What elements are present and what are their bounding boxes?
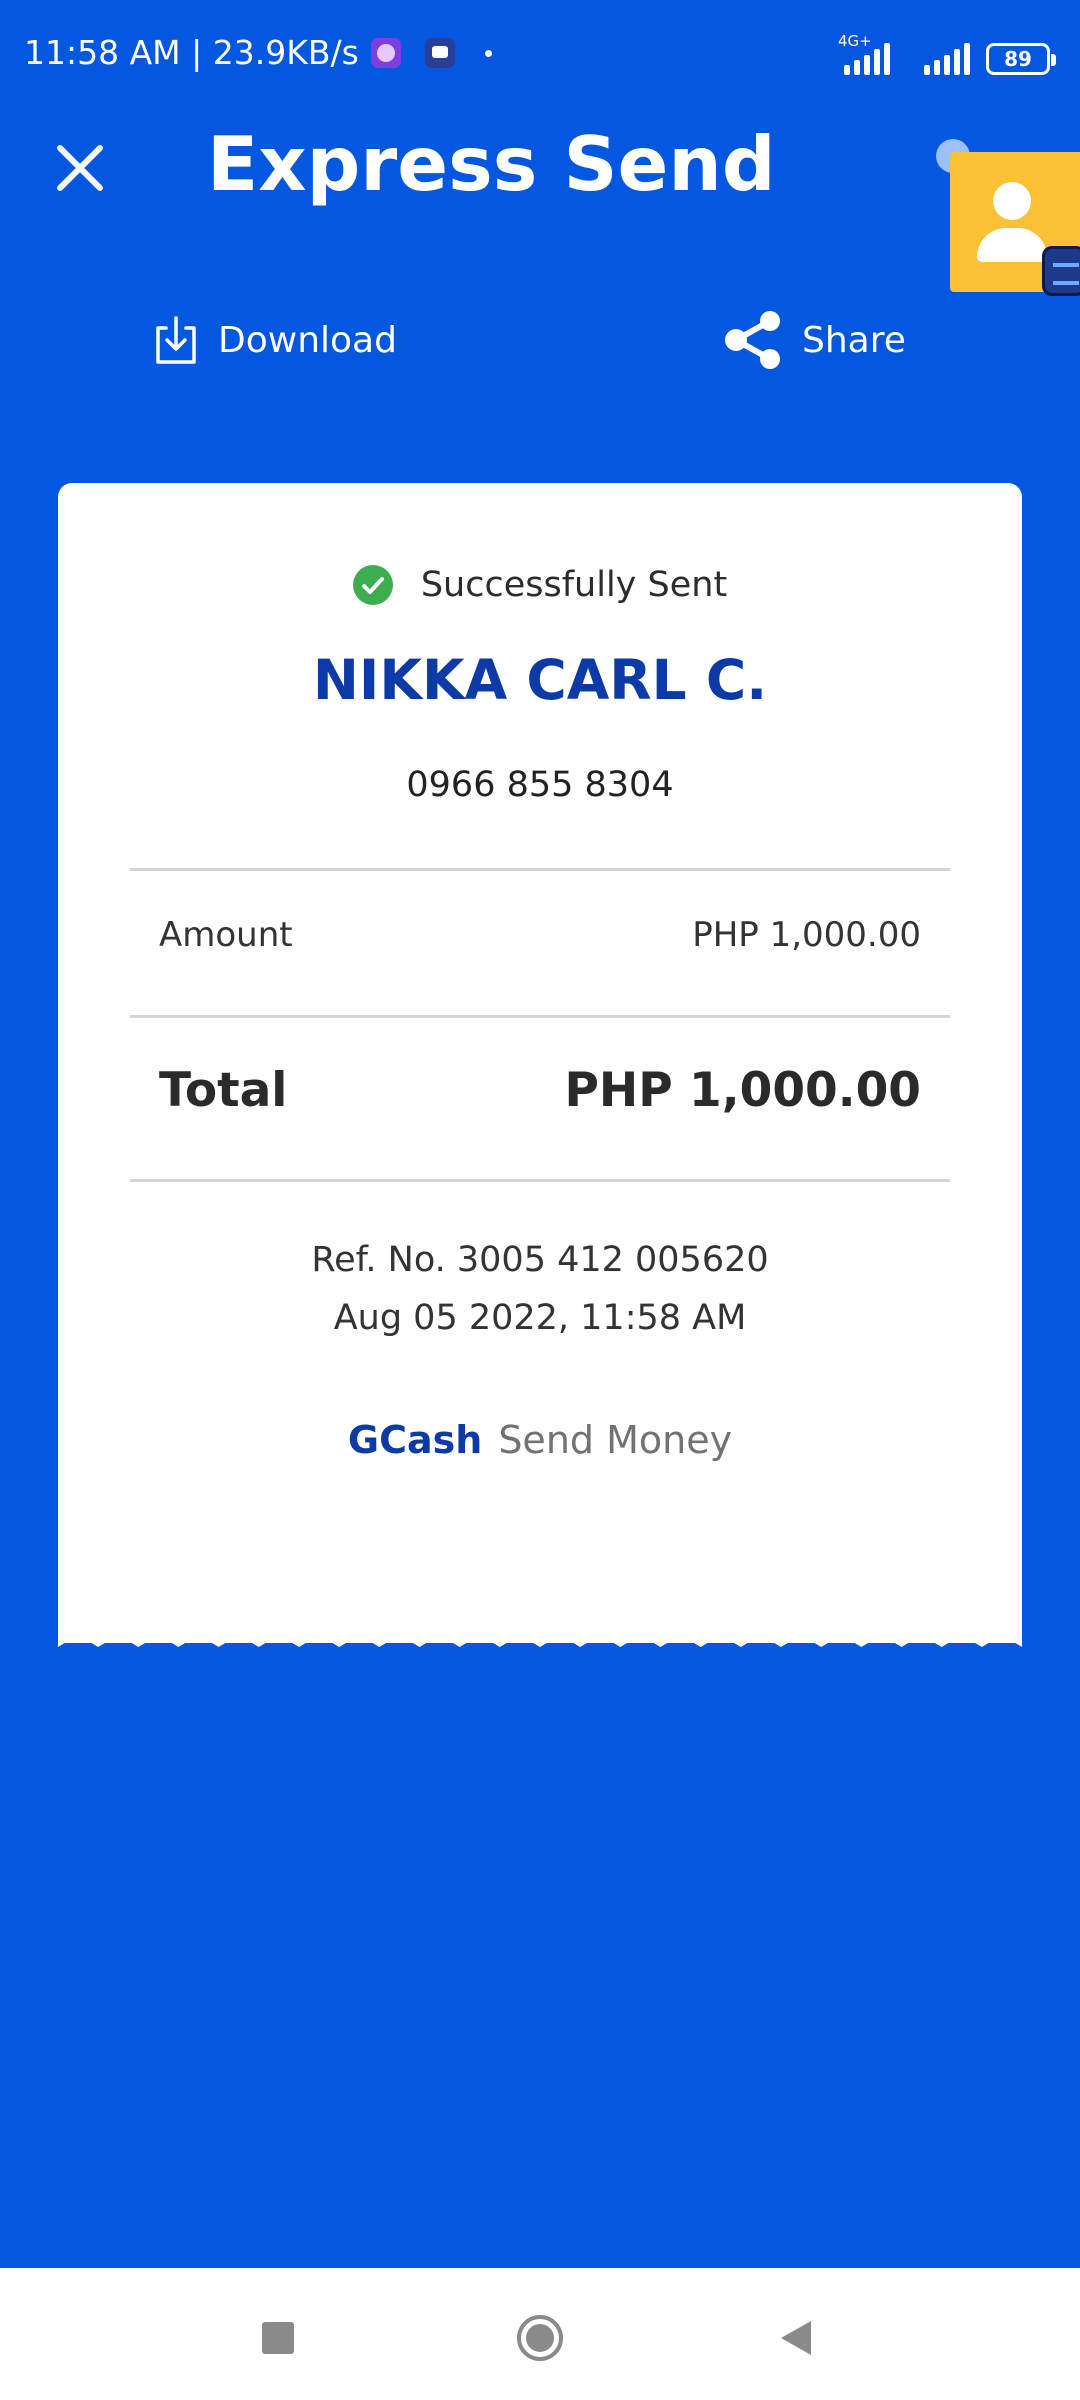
message-notification-icon <box>424 38 455 68</box>
status-time-speed: 11:58 AM | 23.9KB/s <box>24 33 359 72</box>
download-icon <box>156 316 196 364</box>
check-circle-icon <box>352 565 393 605</box>
navigation-bar <box>0 2268 1080 2400</box>
more-notifications-dot-icon <box>484 49 492 57</box>
recents-button[interactable] <box>248 2308 308 2368</box>
back-button[interactable] <box>766 2308 826 2368</box>
share-button[interactable]: Share <box>722 305 906 375</box>
triangle-back-icon <box>781 2321 811 2355</box>
floating-contact-bubble[interactable] <box>950 152 1080 296</box>
chat-icon <box>1042 246 1080 296</box>
brand-service: Send Money <box>498 1418 733 1462</box>
recipient-number: 0966 855 8304 <box>406 765 674 805</box>
status-row: Successfully Sent <box>58 565 1022 605</box>
battery-level: 89 <box>1004 47 1032 71</box>
status-left: 11:58 AM | 23.9KB/s <box>24 30 492 76</box>
reference-number: Ref. No. 3005 412 005620 <box>311 1240 769 1280</box>
person-icon <box>993 182 1031 220</box>
footer-brand: GCash Send Money <box>58 1418 1022 1462</box>
transaction-date: Aug 05 2022, 11:58 AM <box>333 1298 747 1338</box>
download-button[interactable]: Download <box>152 305 397 375</box>
circle-icon <box>517 2315 563 2361</box>
battery-icon: 89 <box>986 43 1056 75</box>
divider <box>130 1015 950 1018</box>
close-button[interactable] <box>50 138 110 198</box>
receipt-torn-edge <box>58 1633 1022 1647</box>
messenger-notification-icon <box>370 38 401 68</box>
brand-name: GCash <box>347 1418 483 1462</box>
total-label: Total <box>159 1063 288 1118</box>
amount-label: Amount <box>159 915 293 955</box>
status-text: Successfully Sent <box>420 565 728 605</box>
home-button[interactable] <box>510 2308 570 2368</box>
person-icon-body <box>977 228 1047 262</box>
status-right: 4G+ 89 <box>838 33 1056 75</box>
status-bar: 11:58 AM | 23.9KB/s 4G+ 89 <box>0 0 1080 110</box>
share-icon <box>725 311 780 369</box>
receipt-card: Successfully Sent NIKKA CARL C. 0966 855… <box>58 483 1022 1666</box>
recipient-name: NIKKA CARL C. <box>312 648 768 712</box>
close-icon <box>57 145 103 191</box>
express-send-receipt-screen: 11:58 AM | 23.9KB/s 4G+ 89 Express Send … <box>0 0 1080 2400</box>
total-value: PHP 1,000.00 <box>564 1063 921 1118</box>
signal-bars-primary <box>844 41 890 75</box>
divider <box>130 1179 950 1182</box>
download-label: Download <box>218 319 397 361</box>
amount-value: PHP 1,000.00 <box>692 915 921 955</box>
page-title: Express Send <box>207 120 776 208</box>
signal-4g-icon: 4G+ <box>838 33 908 75</box>
signal-bars-secondary-icon <box>924 41 970 75</box>
share-label: Share <box>802 319 906 361</box>
divider <box>130 868 950 871</box>
square-icon <box>262 2322 294 2354</box>
